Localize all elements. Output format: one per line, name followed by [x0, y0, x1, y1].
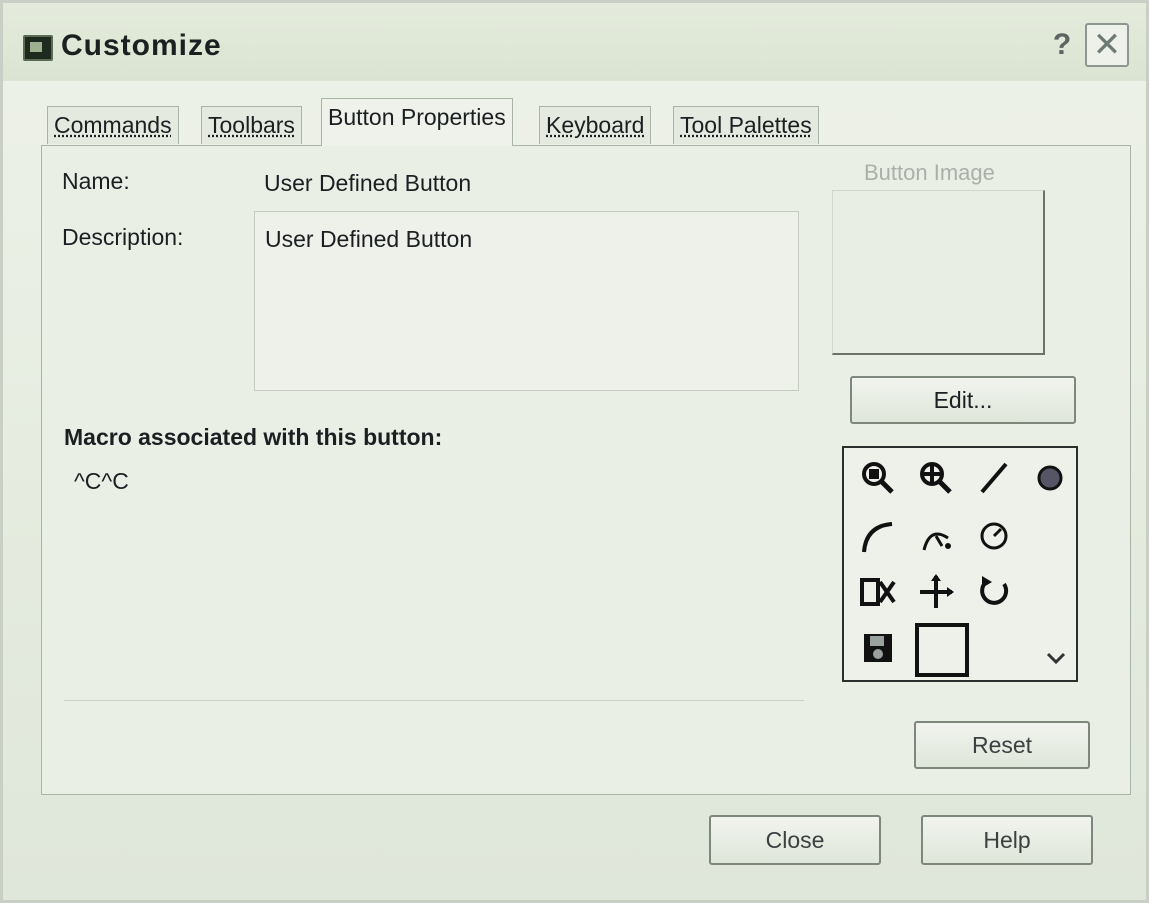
tab-button-properties[interactable]: Button Properties — [321, 98, 513, 146]
tab-label: Button Properties — [328, 104, 506, 130]
button-image-preview — [832, 190, 1045, 355]
zoom-realtime-icon[interactable] — [916, 458, 956, 498]
help-question-icon[interactable]: ? — [1045, 25, 1079, 65]
description-label: Description: — [62, 224, 184, 250]
close-window-button[interactable]: ✕ — [1085, 23, 1129, 67]
tab-toolbars[interactable]: Toolbars — [201, 106, 302, 144]
app-icon — [23, 35, 53, 61]
name-field[interactable]: User Defined Button — [254, 164, 799, 204]
scroll-down-arrow-icon[interactable] — [1040, 644, 1072, 674]
title-bar: Customize ? ✕ — [3, 3, 1146, 81]
tab-label: Keyboard — [546, 112, 645, 138]
tab-strip: Commands Toolbars Button Properties Keyb… — [43, 98, 863, 146]
window-title: Customize — [61, 29, 222, 62]
help-button[interactable]: Help — [921, 815, 1093, 865]
customize-dialog: Customize ? ✕ Commands Toolbars Button P… — [0, 0, 1149, 903]
arc-3point-icon[interactable] — [916, 516, 956, 556]
tab-label: Tool Palettes — [680, 112, 812, 138]
description-value: User Defined Button — [265, 226, 473, 252]
button-image-list[interactable] — [842, 446, 1078, 682]
blank-square-icon[interactable] — [914, 622, 970, 678]
rotate-icon[interactable] — [974, 572, 1014, 612]
move-icon[interactable] — [916, 572, 956, 612]
tab-label: Toolbars — [208, 112, 295, 138]
tab-keyboard[interactable]: Keyboard — [539, 106, 652, 144]
description-field[interactable]: User Defined Button — [254, 211, 799, 391]
macro-label: Macro associated with this button: — [64, 424, 443, 450]
close-button[interactable]: Close — [709, 815, 881, 865]
tab-tool-palettes[interactable]: Tool Palettes — [673, 106, 819, 144]
circle-icon[interactable] — [1030, 458, 1070, 498]
zoom-window-icon[interactable] — [858, 458, 898, 498]
name-label: Name: — [62, 168, 130, 194]
save-icon[interactable] — [858, 628, 898, 668]
button-image-legend: Button Image — [860, 160, 999, 186]
explode-icon[interactable] — [858, 572, 898, 612]
tab-commands[interactable]: Commands — [47, 106, 179, 144]
macro-field[interactable]: ^C^C — [64, 456, 804, 701]
reset-button[interactable]: Reset — [914, 721, 1090, 769]
circle-center-icon[interactable] — [974, 516, 1014, 556]
button-properties-panel: Name: User Defined Button Description: U… — [41, 145, 1131, 795]
name-value: User Defined Button — [264, 170, 472, 196]
line-icon[interactable] — [974, 458, 1014, 498]
macro-value: ^C^C — [74, 468, 129, 494]
arc-icon[interactable] — [858, 516, 898, 556]
tab-label: Commands — [54, 112, 172, 138]
edit-button[interactable]: Edit... — [850, 376, 1076, 424]
